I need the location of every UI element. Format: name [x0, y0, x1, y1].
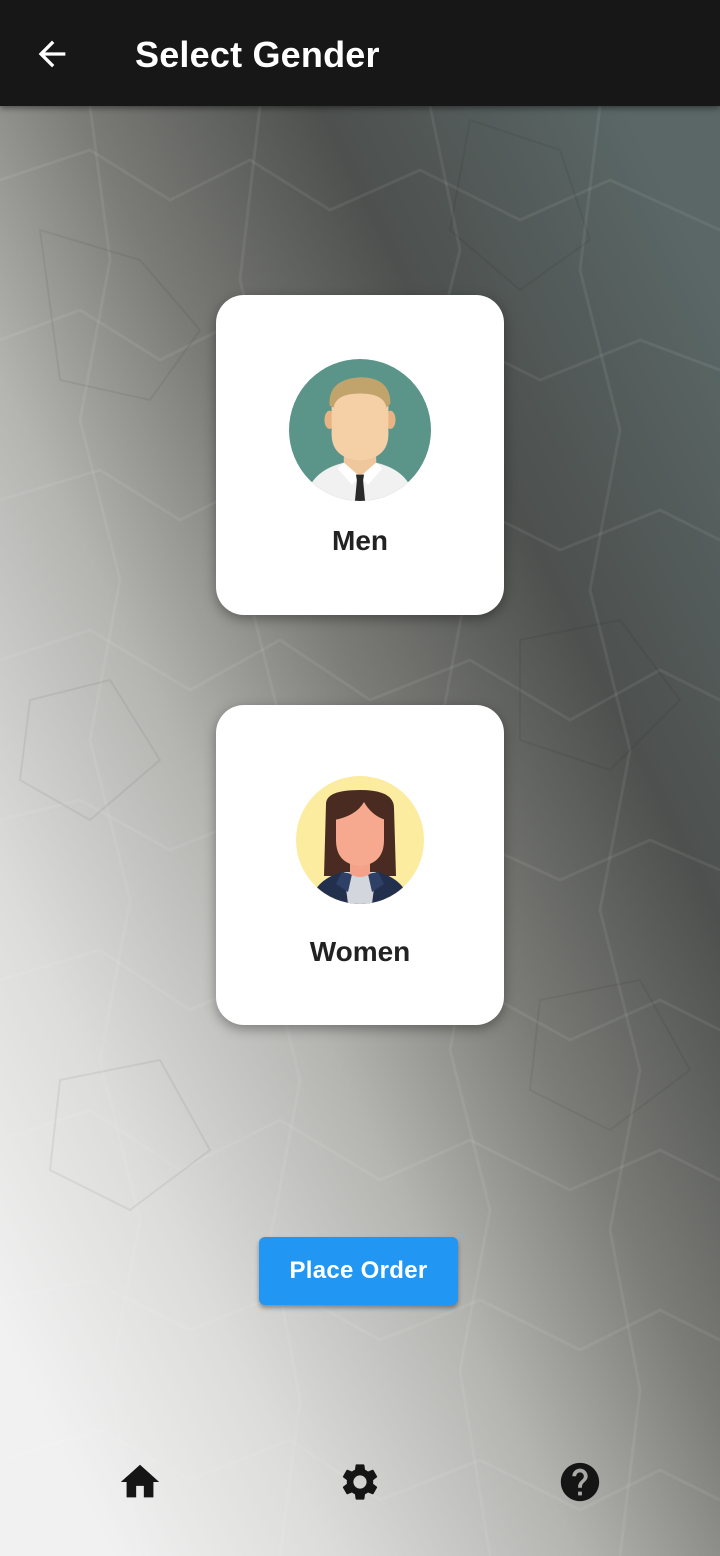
- settings-gear-icon: [342, 1464, 378, 1500]
- gender-card-men[interactable]: Men: [216, 295, 504, 615]
- bottom-navigation: [0, 1440, 720, 1524]
- gender-card-women[interactable]: Women: [216, 705, 504, 1025]
- gender-label-men: Men: [332, 525, 388, 556]
- nav-settings[interactable]: [336, 1458, 384, 1506]
- home-icon: [120, 1464, 160, 1498]
- arrow-back-icon: [38, 40, 66, 68]
- back-button[interactable]: [22, 26, 82, 82]
- woman-avatar-icon: [296, 776, 424, 904]
- nav-home[interactable]: [116, 1458, 164, 1506]
- app-bar: Select Gender: [0, 0, 720, 106]
- help-icon: [560, 1462, 600, 1502]
- man-avatar-icon: [289, 359, 431, 501]
- page-title: Select Gender: [135, 34, 380, 75]
- nav-help[interactable]: [556, 1458, 604, 1506]
- place-order-button[interactable]: Place Order: [259, 1237, 458, 1305]
- gender-label-women: Women: [309, 936, 411, 967]
